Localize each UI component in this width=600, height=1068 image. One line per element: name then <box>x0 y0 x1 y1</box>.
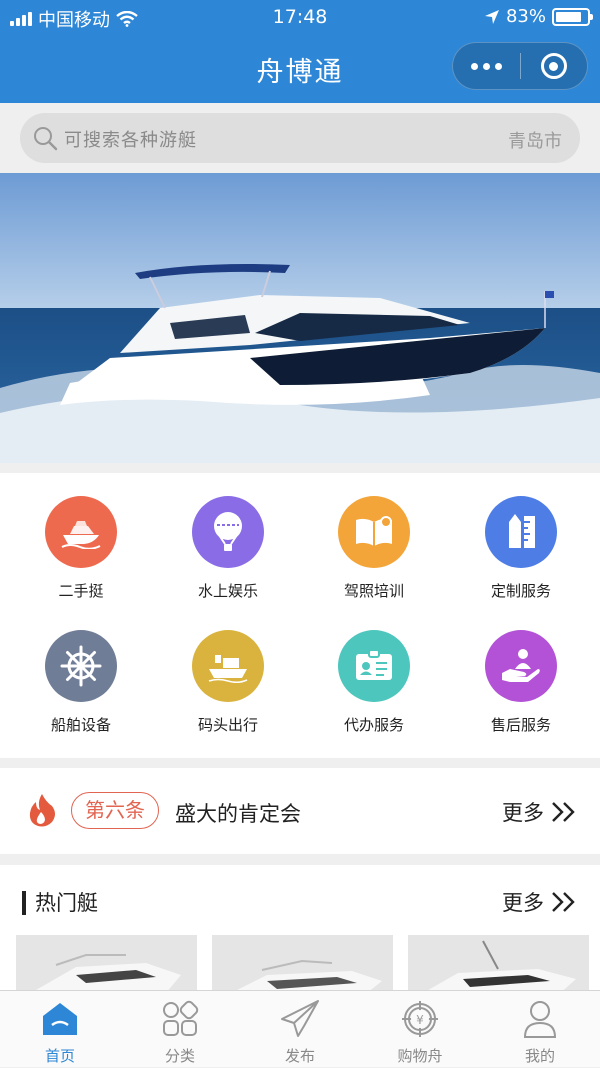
tab-mine[interactable]: 我的 <box>480 991 600 1068</box>
notice-bar[interactable]: 第六条 盛大的肯定会 更多 <box>0 768 600 854</box>
home-icon <box>43 1003 77 1035</box>
fire-icon <box>29 794 55 827</box>
tab-label: 我的 <box>524 1047 555 1065</box>
tab-home[interactable]: 首页 <box>0 991 120 1068</box>
user-icon <box>523 1001 557 1038</box>
category-icon <box>163 1000 199 1036</box>
more-label: 更多 <box>502 801 544 825</box>
city-selector[interactable]: 青岛市 <box>508 127 562 153</box>
search-input[interactable]: 可搜索各种游艇 青岛市 <box>20 113 580 163</box>
boat-thumbnail <box>428 940 576 990</box>
double-chevron-right-icon <box>552 892 575 912</box>
cargo-ship-icon <box>192 630 264 702</box>
category-item-license-training[interactable]: 驾照培训 <box>314 496 434 601</box>
tab-label: 购物舟 <box>397 1047 443 1065</box>
tab-category[interactable]: 分类 <box>120 991 240 1068</box>
tab-publish[interactable]: 发布 <box>240 991 360 1068</box>
category-label: 代办服务 <box>343 716 404 734</box>
nav-bar: 舟博通 <box>0 36 600 103</box>
helm-wheel-icon <box>45 630 117 702</box>
svg-text:¥: ¥ <box>416 1013 424 1027</box>
search-section: 可搜索各种游艇 青岛市 <box>0 103 600 173</box>
boat-card[interactable] <box>408 935 589 990</box>
boat-thumbnail <box>36 954 181 990</box>
yacht-icon <box>45 496 117 568</box>
category-label: 二手挺 <box>58 582 104 600</box>
category-item-agency-service[interactable]: 代办服务 <box>314 630 434 735</box>
double-chevron-right-icon <box>552 802 575 822</box>
target-icon <box>540 53 567 79</box>
boat-card[interactable] <box>212 935 393 990</box>
cart-helm-icon: ¥ <box>402 1001 438 1037</box>
miniprogram-capsule <box>452 42 588 90</box>
paper-plane-icon <box>281 1000 319 1037</box>
yacht-photo <box>0 173 600 463</box>
more-label: 更多 <box>502 891 544 915</box>
boat-card[interactable] <box>16 935 197 990</box>
boat-thumbnail <box>237 959 382 990</box>
tab-cart[interactable]: ¥ 购物舟 <box>360 991 480 1068</box>
more-menu-button[interactable] <box>453 42 520 90</box>
category-item-custom-service[interactable]: 定制服务 <box>461 496 581 601</box>
category-label: 码头出行 <box>197 716 258 734</box>
notice-text: 盛大的肯定会 <box>175 802 301 826</box>
hot-boats-section: 热门艇 更多 <box>0 865 600 990</box>
category-item-water-fun[interactable]: 水上娱乐 <box>168 496 288 601</box>
tab-label: 发布 <box>284 1047 315 1065</box>
id-card-icon <box>338 630 410 702</box>
battery-icon <box>552 7 593 26</box>
section-title: 热门艇 <box>35 891 98 915</box>
category-item-used-yacht[interactable]: 二手挺 <box>21 496 141 601</box>
tab-label: 首页 <box>44 1047 75 1065</box>
search-icon <box>34 127 58 151</box>
hot-air-balloon-icon <box>192 496 264 568</box>
category-label: 船舶设备 <box>50 716 111 734</box>
tab-bar: 首页 分类 发布 ¥ 购物舟 我的 <box>0 990 600 1067</box>
ruler-pencil-icon <box>485 496 557 568</box>
category-label: 驾照培训 <box>343 582 404 600</box>
book-icon <box>338 496 410 568</box>
status-right: 83% <box>484 6 593 27</box>
close-miniprogram-button[interactable] <box>521 42 587 90</box>
hot-boats-more-link[interactable]: 更多 <box>502 887 578 917</box>
status-bar: 中国移动 17:48 83% <box>0 0 600 36</box>
category-item-ship-equipment[interactable]: 船舶设备 <box>21 630 141 735</box>
battery-percent: 83% <box>505 6 546 27</box>
category-item-after-sales[interactable]: 售后服务 <box>461 630 581 735</box>
category-grid: 二手挺 水上娱乐 驾照培训 定制服务 船舶设备 码头出行 代办服务 售后服务 <box>0 473 600 758</box>
category-label: 定制服务 <box>490 582 551 600</box>
notice-more-link[interactable]: 更多 <box>502 797 578 827</box>
category-label: 售后服务 <box>490 716 551 734</box>
category-label: 水上娱乐 <box>197 582 258 600</box>
notice-tag: 第六条 <box>71 792 159 829</box>
tab-label: 分类 <box>164 1047 195 1065</box>
section-marker <box>22 891 26 915</box>
banner-carousel[interactable] <box>0 173 600 463</box>
location-arrow-icon <box>484 9 499 24</box>
category-item-dock-travel[interactable]: 码头出行 <box>168 630 288 735</box>
search-placeholder: 可搜索各种游艇 <box>64 130 197 151</box>
hand-service-icon <box>485 630 557 702</box>
battery-fill <box>556 11 581 22</box>
